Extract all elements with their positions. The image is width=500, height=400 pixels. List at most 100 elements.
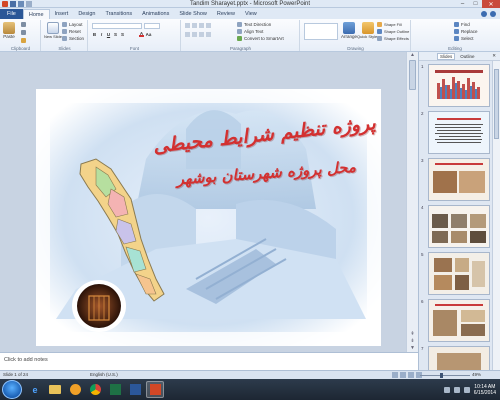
tab-file[interactable]: File — [0, 9, 23, 19]
tab-view[interactable]: View — [240, 9, 262, 19]
slide-thumbnail-1[interactable]: 1 — [419, 62, 500, 109]
change-case-icon[interactable]: Aa — [146, 32, 152, 37]
scroll-down-icon[interactable]: ▼ — [407, 345, 418, 352]
tab-insert[interactable]: Insert — [50, 9, 74, 19]
slide-thumbnail-3[interactable]: 3 — [419, 156, 500, 203]
slide-canvas[interactable]: پروژه تنظیم شرایط محیطی محل پروژه شهرستا… — [36, 89, 381, 346]
zoom-slider[interactable] — [420, 373, 470, 378]
tab-animations[interactable]: Animations — [137, 9, 174, 19]
notes-pane[interactable]: Click to add notes — [0, 352, 418, 370]
chart-thumbnail-art — [429, 65, 489, 106]
zoom-knob[interactable] — [440, 373, 443, 378]
italic-button[interactable]: I — [99, 32, 104, 37]
tab-home[interactable]: Home — [22, 9, 50, 19]
decrease-indent-icon[interactable] — [199, 23, 204, 28]
tab-outline-panel[interactable]: Outline — [458, 54, 476, 59]
tab-slides-panel[interactable]: Slides — [437, 52, 456, 60]
scroll-thumb[interactable] — [409, 60, 416, 90]
align-right-icon[interactable] — [199, 32, 204, 37]
paste-button[interactable]: Paste — [3, 22, 15, 39]
shadow-button[interactable]: S — [120, 32, 125, 37]
new-slide-button[interactable]: New Slide — [44, 22, 62, 39]
reading-view-icon[interactable] — [408, 372, 414, 378]
slide-thumbnail-5[interactable]: 5 — [419, 250, 500, 297]
editor-scrollbar[interactable]: ▲ ⇞ ⇟ ▼ — [406, 52, 418, 352]
undo-icon[interactable] — [18, 1, 24, 7]
scroll-up-icon[interactable]: ▲ — [407, 52, 418, 59]
shape-fill-button[interactable]: Shape Fill — [377, 22, 402, 27]
slide-sorter-icon[interactable] — [400, 372, 406, 378]
clock[interactable]: 10:14 AM 6/15/2014 — [474, 384, 496, 396]
close-button[interactable]: ✕ — [482, 0, 500, 8]
layout-button[interactable]: Layout — [62, 22, 83, 27]
help-icon[interactable] — [490, 11, 496, 17]
tab-review[interactable]: Review — [212, 9, 240, 19]
numbering-icon[interactable] — [192, 23, 197, 28]
taskbar: e 10:14 AM 6/15/2014 — [0, 379, 500, 400]
underline-button[interactable]: U — [106, 32, 111, 37]
tab-slide-show[interactable]: Slide Show — [174, 9, 212, 19]
slide-thumbnail-6[interactable]: 6 — [419, 297, 500, 344]
format-painter-button[interactable] — [21, 38, 26, 43]
bold-button[interactable]: B — [92, 32, 97, 37]
align-center-icon[interactable] — [192, 32, 197, 37]
align-left-icon[interactable] — [185, 32, 190, 37]
section-button[interactable]: Section — [62, 36, 84, 41]
system-tray: 10:14 AM 6/15/2014 — [443, 379, 496, 400]
tab-design[interactable]: Design — [73, 9, 100, 19]
cut-icon — [21, 22, 26, 27]
powerpoint-logo-icon[interactable] — [2, 1, 8, 7]
maximize-button[interactable]: □ — [469, 0, 482, 8]
redo-icon[interactable] — [26, 1, 32, 7]
normal-view-icon[interactable] — [392, 372, 398, 378]
increase-indent-icon[interactable] — [206, 23, 211, 28]
language-indicator[interactable]: English (U.S.) — [90, 372, 118, 377]
cut-button[interactable] — [21, 22, 26, 27]
select-button[interactable]: Select — [454, 36, 474, 41]
copy-button[interactable] — [21, 30, 26, 35]
close-panel-icon[interactable]: ✕ — [490, 53, 498, 59]
next-slide-icon[interactable]: ⇟ — [407, 338, 418, 345]
strikethrough-button[interactable]: S — [113, 32, 118, 37]
arrange-button[interactable]: Arrange — [341, 22, 357, 39]
panel-scroll-thumb[interactable] — [494, 69, 499, 139]
slide-thumbnail-7[interactable]: 7 — [419, 344, 500, 370]
align-text-button[interactable]: Align Text — [237, 29, 263, 34]
minimize-ribbon-icon[interactable] — [481, 11, 487, 17]
network-icon[interactable] — [443, 386, 450, 393]
minimize-button[interactable]: – — [456, 0, 469, 8]
shape-effects-button[interactable]: Shape Effects — [377, 36, 409, 41]
find-button[interactable]: Find — [454, 22, 470, 27]
powerpoint-icon[interactable] — [146, 381, 164, 398]
quick-styles-button[interactable]: Quick Styles — [357, 22, 379, 39]
tab-transitions[interactable]: Transitions — [100, 9, 137, 19]
start-button[interactable] — [2, 380, 22, 399]
explorer-icon[interactable] — [46, 381, 64, 398]
convert-smartart-button[interactable]: Convert to SmartArt — [237, 36, 284, 41]
slide-thumbnail-2[interactable]: 2 — [419, 109, 500, 156]
chrome-icon[interactable] — [86, 381, 104, 398]
font-color-icon[interactable]: A — [139, 31, 144, 37]
word-icon[interactable] — [126, 381, 144, 398]
replace-button[interactable]: Replace — [454, 29, 478, 34]
shapes-gallery[interactable] — [304, 23, 338, 40]
font-size-box[interactable] — [144, 23, 160, 29]
justify-icon[interactable] — [206, 32, 211, 37]
font-name-box[interactable] — [92, 23, 142, 29]
slide-thumbnail-4[interactable]: 4 — [419, 203, 500, 250]
language-icon[interactable] — [463, 386, 470, 393]
reset-button[interactable]: Reset — [62, 29, 81, 34]
zoom-level[interactable]: 49% — [472, 372, 481, 377]
replace-icon — [454, 29, 459, 34]
excel-icon[interactable] — [106, 381, 124, 398]
save-icon[interactable] — [10, 1, 16, 7]
panel-scrollbar[interactable] — [492, 61, 500, 370]
shape-outline-button[interactable]: Shape Outline — [377, 29, 409, 34]
text-thumbnail-art — [429, 112, 489, 153]
text-direction-button[interactable]: Text Direction — [237, 22, 271, 27]
previous-slide-icon[interactable]: ⇞ — [407, 331, 418, 338]
media-player-icon[interactable] — [66, 381, 84, 398]
ie-icon[interactable]: e — [26, 381, 44, 398]
volume-icon[interactable] — [453, 386, 460, 393]
bullets-icon[interactable] — [185, 23, 190, 28]
